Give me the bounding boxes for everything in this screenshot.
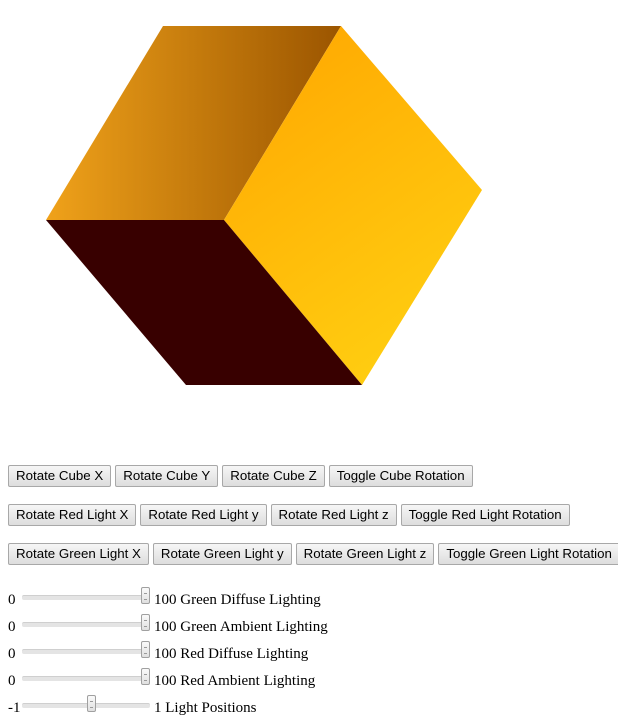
red-light-button-row: Rotate Red Light X Rotate Red Light y Rota… xyxy=(8,504,570,526)
green-diffuse-slider-row: 0 100 Green Diffuse Lighting xyxy=(8,587,321,610)
red-ambient-min-label: 0 xyxy=(8,672,16,689)
slider-rail xyxy=(22,676,150,681)
green-ambient-max-label: 100 Green Ambient Lighting xyxy=(154,618,328,635)
slider-thumb[interactable] xyxy=(87,695,96,712)
green-diffuse-slider[interactable] xyxy=(22,587,150,610)
slider-rail xyxy=(22,595,150,600)
slider-thumb[interactable] xyxy=(141,614,150,631)
slider-rail xyxy=(22,703,150,708)
green-light-button-row: Rotate Green Light X Rotate Green Light y… xyxy=(8,543,618,565)
red-ambient-max-label: 100 Red Ambient Lighting xyxy=(154,672,316,689)
light-positions-max-label: 1 Light Positions xyxy=(154,699,257,716)
red-diffuse-slider[interactable] xyxy=(22,641,150,664)
green-diffuse-min-label: 0 xyxy=(8,591,16,608)
rotate-red-light-z-button[interactable]: Rotate Red Light z xyxy=(270,504,397,526)
red-diffuse-min-label: 0 xyxy=(8,645,16,662)
rotate-cube-z-button[interactable]: Rotate Cube Z xyxy=(222,465,325,487)
rotate-green-light-x-button[interactable]: Rotate Green Light X xyxy=(8,543,149,565)
rotate-green-light-z-button[interactable]: Rotate Green Light z xyxy=(295,543,435,565)
green-diffuse-max-label: 100 Green Diffuse Lighting xyxy=(154,591,321,608)
green-ambient-slider[interactable] xyxy=(22,614,150,637)
toggle-green-light-rotation-button[interactable]: Toggle Green Light Rotation xyxy=(438,543,618,565)
red-diffuse-max-label: 100 Red Diffuse Lighting xyxy=(154,645,309,662)
green-ambient-min-label: 0 xyxy=(8,618,16,635)
slider-thumb[interactable] xyxy=(141,587,150,604)
light-positions-min-label: -1 xyxy=(8,699,21,716)
rotate-cube-y-button[interactable]: Rotate Cube Y xyxy=(115,465,219,487)
rotate-red-light-y-button[interactable]: Rotate Red Light y xyxy=(140,504,267,526)
webgl-canvas xyxy=(0,0,618,440)
red-ambient-slider[interactable] xyxy=(22,668,150,691)
slider-rail xyxy=(22,622,150,627)
rotate-green-light-y-button[interactable]: Rotate Green Light y xyxy=(152,543,292,565)
slider-thumb[interactable] xyxy=(141,668,150,685)
slider-rail xyxy=(22,649,150,654)
red-diffuse-slider-row: 0 100 Red Diffuse Lighting xyxy=(8,641,309,664)
rotate-red-light-x-button[interactable]: Rotate Red Light X xyxy=(8,504,137,526)
toggle-cube-rotation-button[interactable]: Toggle Cube Rotation xyxy=(328,465,473,487)
rotate-cube-x-button[interactable]: Rotate Cube X xyxy=(8,465,112,487)
green-ambient-slider-row: 0 100 Green Ambient Lighting xyxy=(8,614,328,637)
light-positions-slider-row: -1 1 Light Positions xyxy=(8,695,257,718)
light-positions-slider[interactable] xyxy=(22,695,150,718)
toggle-red-light-rotation-button[interactable]: Toggle Red Light Rotation xyxy=(400,504,570,526)
slider-thumb[interactable] xyxy=(141,641,150,658)
red-ambient-slider-row: 0 100 Red Ambient Lighting xyxy=(8,668,316,691)
cube-button-row: Rotate Cube X Rotate Cube Y Rotate Cube ZT… xyxy=(8,465,473,487)
